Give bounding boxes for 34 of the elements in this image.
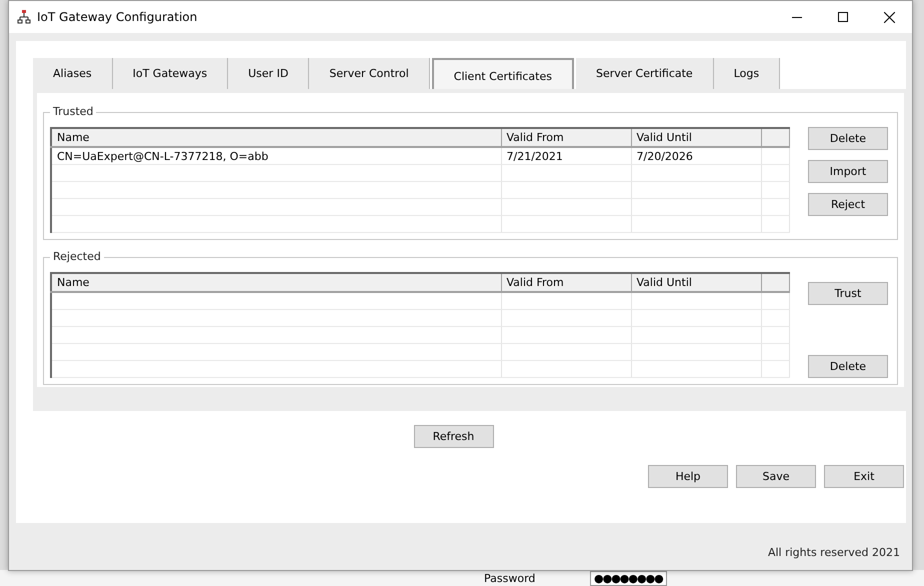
- column-header[interactable]: Name: [51, 273, 501, 292]
- action-button[interactable]: Trust: [808, 282, 888, 305]
- tab[interactable]: Server Certificate: [576, 58, 714, 89]
- footer-button[interactable]: Save: [736, 465, 816, 488]
- action-button[interactable]: Delete: [808, 355, 888, 378]
- password-field[interactable]: ●●●●●●●●: [590, 570, 667, 586]
- footer-button[interactable]: Exit: [824, 465, 904, 488]
- tab[interactable]: IoT Gateways: [112, 58, 228, 89]
- refresh-button[interactable]: Refresh: [414, 425, 494, 448]
- password-label: Password: [484, 572, 536, 584]
- footer-button[interactable]: Help: [648, 465, 728, 488]
- tab[interactable]: User ID: [228, 58, 310, 89]
- column-header[interactable]: Valid Until: [631, 273, 761, 292]
- column-header[interactable]: Valid Until: [631, 128, 761, 147]
- column-header[interactable]: Valid From: [501, 128, 631, 147]
- tab[interactable]: Logs: [714, 58, 780, 89]
- table-cell: 7/20/2026: [631, 147, 761, 164]
- maximize-icon[interactable]: [838, 12, 848, 22]
- action-button[interactable]: Import: [808, 160, 888, 183]
- group-title: Rejected: [50, 250, 104, 263]
- window-title: IoT Gateway Configuration: [37, 10, 198, 24]
- tab[interactable]: Client Certificates: [432, 58, 574, 89]
- table-cell: CN=UaExpert@CN-L-7377218, O=abb: [51, 147, 501, 164]
- app-icon: [17, 10, 31, 24]
- action-button[interactable]: Delete: [808, 127, 888, 150]
- tab[interactable]: Aliases: [33, 58, 113, 89]
- column-header[interactable]: Valid From: [501, 273, 631, 292]
- copyright-text: All rights reserved 2021: [768, 546, 900, 559]
- close-icon[interactable]: [884, 12, 894, 22]
- column-header[interactable]: Name: [51, 128, 501, 147]
- action-button[interactable]: Reject: [808, 193, 888, 216]
- tab[interactable]: Server Control: [309, 58, 430, 89]
- table-cell: 7/21/2021: [501, 147, 631, 164]
- group-title: Trusted: [50, 105, 96, 118]
